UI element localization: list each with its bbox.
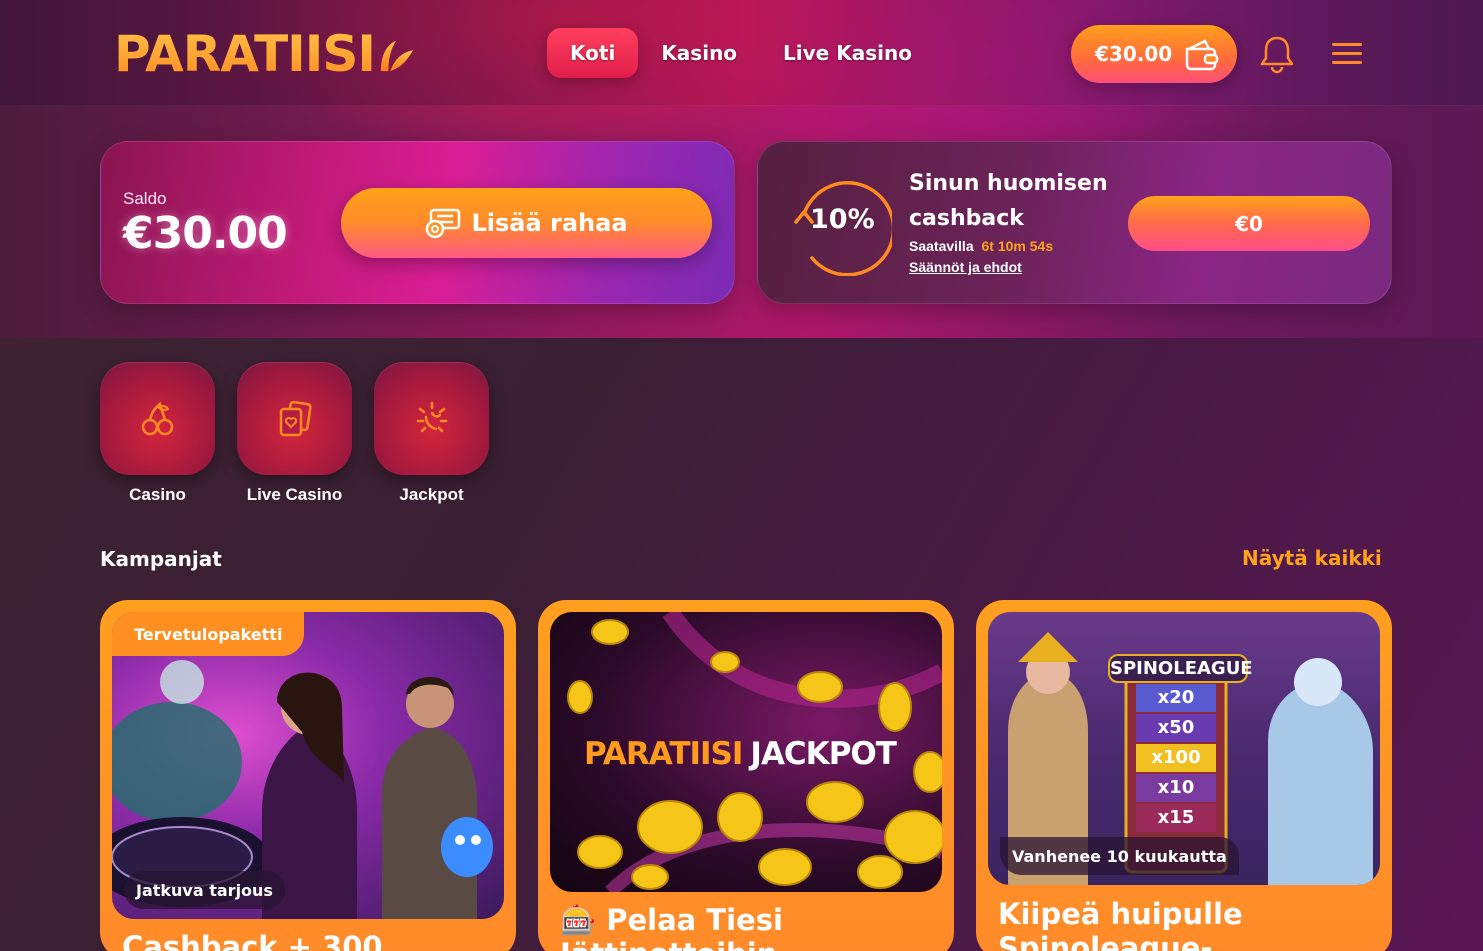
promo-card-spinoleague[interactable]: SPINOLEAGUE x20 x50 x100 x10 x15 Vanhene… — [976, 600, 1392, 951]
nav-kasino[interactable]: Kasino — [638, 28, 760, 78]
category-tile[interactable] — [100, 362, 215, 475]
add-money-button[interactable]: Lisää rahaa — [341, 188, 712, 258]
cashback-button-label: €0 — [1235, 211, 1263, 236]
promo-tag-top: Tervetulopaketti — [112, 612, 305, 656]
promo-tag-bottom: Jatkuva tarjous — [124, 871, 285, 909]
top-header: PARATIISI Koti Kasino Live Kasino €30.00 — [0, 0, 1483, 106]
promo-title: Kiipeä huipulle Spinoleague- — [998, 897, 1243, 951]
promo-tag-bottom: Vanhenee 10 kuukautta — [1000, 837, 1239, 875]
multiplier: x50 — [1157, 717, 1195, 738]
wallet-button[interactable]: €30.00 — [1071, 25, 1237, 83]
promo-image: PARATIISI JACKPOT — [550, 612, 942, 892]
cashback-title: Sinun huomisen cashback — [909, 171, 1108, 231]
add-money-label: Lisää rahaa — [471, 209, 628, 237]
promo-card-jackpot[interactable]: PARATIISI JACKPOT 🎰 Pelaa Tiesi Jättipot… — [538, 600, 954, 951]
multiplier: x20 — [1157, 687, 1195, 708]
wallet-icon — [1185, 39, 1219, 71]
cashback-button[interactable]: €0 — [1128, 196, 1370, 251]
spinoleague-logo: SPINOLEAGUE — [1108, 654, 1253, 683]
sparkle-icon — [416, 401, 447, 432]
cards-icon — [279, 400, 312, 436]
jackpot-logo: PARATIISI JACKPOT — [584, 736, 897, 772]
promo-card-welcome[interactable]: Tervetulopaketti Jatkuva tarjous Cashbac… — [100, 600, 516, 951]
promo-title: 🎰 Pelaa Tiesi Jättipotteihin — [560, 903, 783, 951]
category-label: Casino — [129, 485, 186, 504]
multiplier: x10 — [1157, 777, 1195, 798]
category-label: Live Casino — [246, 485, 343, 504]
cherry-icon — [141, 401, 173, 435]
terms-link[interactable]: Säännöt ja ehdot — [909, 259, 1022, 275]
category-live-casino[interactable]: Live Casino — [237, 362, 352, 505]
main-nav: Koti Kasino Live Kasino — [547, 28, 935, 78]
promo-title: Cashback + 300 — [122, 930, 383, 951]
cashback-percent: 10% — [810, 204, 875, 235]
category-casino[interactable]: Casino — [100, 362, 215, 505]
cashback-availability: Saatavilla 6t 10m 54s — [909, 238, 1053, 254]
leaf-icon — [380, 40, 414, 72]
cashback-card: 10% Sinun huomisen cashback Saatavilla 6… — [757, 141, 1392, 304]
wallet-amount: €30.00 — [1095, 42, 1173, 66]
balance-value: €30.00 — [123, 208, 288, 259]
category-tile[interactable] — [237, 362, 352, 475]
balance-card: Saldo €30.00 Lisää rahaa — [100, 141, 735, 304]
cashback-countdown: 6t 10m 54s — [981, 238, 1054, 254]
cashback-available-label: Saatavilla — [909, 238, 974, 254]
menu-icon[interactable] — [1330, 40, 1364, 68]
category-jackpot[interactable]: Jackpot — [374, 362, 489, 505]
promotions-title: Kampanjat — [100, 547, 222, 571]
nav-koti[interactable]: Koti — [547, 28, 639, 78]
multiplier-list: x20 x50 x100 x10 x15 — [1136, 684, 1216, 834]
nav-live-kasino[interactable]: Live Kasino — [760, 28, 935, 78]
show-all-link[interactable]: Näytä kaikki — [1242, 546, 1382, 570]
category-label: Jackpot — [399, 485, 464, 504]
jackpot-logo-word: JACKPOT — [750, 736, 897, 772]
multiplier: x100 — [1151, 747, 1201, 768]
cash-icon — [426, 208, 461, 239]
logo-text: PARATIISI — [114, 25, 376, 83]
balance-label: Saldo — [123, 189, 167, 208]
brand-logo[interactable]: PARATIISI — [114, 24, 415, 84]
multiplier: x15 — [1157, 807, 1195, 828]
jackpot-logo-brand: PARATIISI — [584, 736, 743, 772]
bell-icon[interactable] — [1258, 34, 1296, 74]
category-tile[interactable] — [374, 362, 489, 475]
